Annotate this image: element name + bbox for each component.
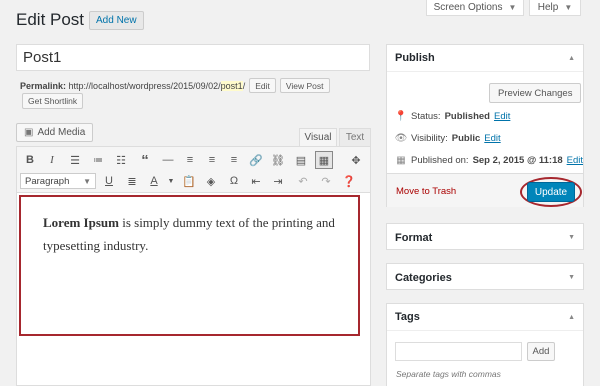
add-new-button[interactable]: Add New — [89, 11, 144, 30]
indent-icon[interactable]: ⇥ — [270, 173, 286, 189]
categories-box: Categories ▼ — [386, 263, 584, 290]
screen-options-tab[interactable]: Screen Options ▼ — [426, 0, 524, 16]
undo-icon[interactable]: ↶ — [295, 173, 311, 189]
align-left-icon[interactable]: ≡ — [182, 152, 198, 168]
eye-icon: 👁 — [394, 132, 408, 144]
special-character-icon[interactable]: Ω — [226, 173, 242, 189]
published-edit-link[interactable]: Edit — [567, 155, 583, 166]
chevron-down-icon[interactable]: ▼ — [163, 173, 179, 189]
redo-icon[interactable]: ↷ — [318, 173, 334, 189]
tab-visual[interactable]: Visual — [299, 128, 337, 146]
categories-box-header[interactable]: Categories ▼ — [387, 264, 583, 291]
visibility-row: 👁 Visibility: Public Edit — [395, 132, 501, 144]
add-media-button[interactable]: ▣ Add Media — [16, 123, 94, 142]
tags-hint: Separate tags with commas — [396, 369, 501, 379]
help-label: Help — [537, 2, 559, 13]
caret-down-icon: ▼ — [564, 3, 573, 12]
align-right-icon[interactable]: ≡ — [226, 152, 242, 168]
update-button[interactable]: Update — [527, 182, 575, 202]
collapse-arrow-icon[interactable]: ▲ — [568, 314, 575, 321]
publish-box: Publish ▲ Preview Changes 📍 Status: Publ… — [386, 44, 584, 207]
link-icon[interactable]: 🔗 — [248, 152, 264, 168]
chevron-down-icon: ▼ — [83, 176, 91, 186]
justify-icon[interactable]: ≣ — [124, 173, 140, 189]
add-media-label: Add Media — [37, 127, 86, 138]
editor-content[interactable]: Lorem Ipsum is simply dummy text of the … — [19, 195, 360, 336]
permalink-edit-button[interactable]: Edit — [249, 78, 276, 93]
visibility-edit-link[interactable]: Edit — [484, 133, 500, 144]
format-box-title: Format — [395, 231, 433, 244]
underline-icon[interactable]: U — [101, 173, 117, 189]
numbered-list-icon[interactable]: ≔ — [90, 152, 106, 168]
align-center-icon[interactable]: ≡ — [204, 152, 220, 168]
screen-options-label: Screen Options — [433, 2, 503, 13]
pin-icon: 📍 — [394, 110, 408, 122]
status-label: Status: — [411, 110, 441, 122]
media-icon: ▣ — [24, 127, 34, 138]
view-post-button[interactable]: View Post — [279, 78, 330, 93]
status-row: 📍 Status: Published Edit — [394, 110, 511, 122]
permalink-label: Permalink: — [20, 80, 67, 91]
permalink-row: Permalink: http://localhost/wordpress/20… — [20, 78, 330, 93]
tags-box: Tags ▲ Add Separate tags with commas — [386, 303, 584, 386]
help-tab[interactable]: Help ▼ — [529, 0, 581, 16]
bullet-list-icon[interactable]: ☰ — [67, 152, 83, 168]
post-title-input[interactable]: Post1 — [16, 44, 370, 71]
format-box-header[interactable]: Format ▼ — [387, 224, 583, 251]
visibility-value: Public — [451, 132, 481, 144]
expand-arrow-icon[interactable]: ▼ — [568, 274, 575, 281]
read-more-icon[interactable]: ▤ — [293, 152, 309, 168]
published-on-row: ▦ Published on: Sep 2, 2015 @ 11:18 Edit — [395, 154, 583, 166]
move-to-trash-link[interactable]: Move to Trash — [396, 186, 456, 197]
permalink-base: http://localhost/wordpress/2015/09/02/ — [68, 80, 221, 91]
publish-box-header[interactable]: Publish ▲ — [387, 45, 583, 72]
visibility-label: Visibility: — [411, 132, 448, 144]
add-tag-button[interactable]: Add — [527, 342, 555, 361]
paste-text-icon[interactable]: 📋 — [181, 173, 197, 189]
text-color-icon[interactable]: A — [146, 173, 162, 189]
published-value: Sep 2, 2015 @ 11:18 — [472, 154, 563, 166]
calendar-icon: ▦ — [396, 154, 406, 166]
unlink-icon[interactable]: ⛓ — [270, 152, 286, 168]
content-bold-text: Lorem Ipsum — [43, 215, 119, 230]
page-title: Edit Post — [16, 10, 85, 29]
italic-icon[interactable]: I — [44, 152, 60, 168]
bold-icon[interactable]: B — [22, 152, 38, 168]
clear-formatting-icon[interactable]: ◈ — [203, 173, 219, 189]
published-label: Published on: — [411, 154, 469, 166]
tags-input[interactable] — [395, 342, 522, 361]
expand-arrow-icon[interactable]: ▼ — [568, 234, 575, 241]
numbered-list-icon[interactable]: ☷ — [113, 152, 129, 168]
publish-actions: Move to Trash Update — [387, 173, 583, 207]
horizontal-line-icon[interactable]: — — [160, 152, 176, 168]
format-box: Format ▼ — [386, 223, 584, 250]
outdent-icon[interactable]: ⇤ — [248, 173, 264, 189]
help-icon[interactable]: ❓ — [341, 173, 357, 189]
permalink-slug[interactable]: post1 — [220, 80, 243, 91]
collapse-arrow-icon[interactable]: ▲ — [568, 55, 575, 62]
tab-text[interactable]: Text — [339, 128, 371, 146]
toolbar-toggle-icon[interactable]: ▦ — [315, 151, 333, 169]
caret-down-icon: ▼ — [508, 3, 517, 12]
format-select-value: Paragraph — [25, 175, 70, 187]
preview-changes-button[interactable]: Preview Changes — [489, 83, 582, 103]
status-value: Published — [444, 110, 490, 122]
fullscreen-icon[interactable]: ✥ — [348, 152, 364, 168]
format-select[interactable]: Paragraph ▼ — [20, 173, 96, 189]
publish-box-title: Publish — [395, 52, 435, 64]
permalink-trail: / — [242, 80, 246, 91]
get-shortlink-button[interactable]: Get Shortlink — [22, 93, 84, 109]
tags-box-header[interactable]: Tags ▲ — [387, 304, 583, 331]
status-edit-link[interactable]: Edit — [494, 111, 510, 122]
tags-box-title: Tags — [395, 311, 420, 323]
blockquote-icon[interactable]: “ — [137, 152, 153, 169]
categories-box-title: Categories — [395, 271, 452, 284]
